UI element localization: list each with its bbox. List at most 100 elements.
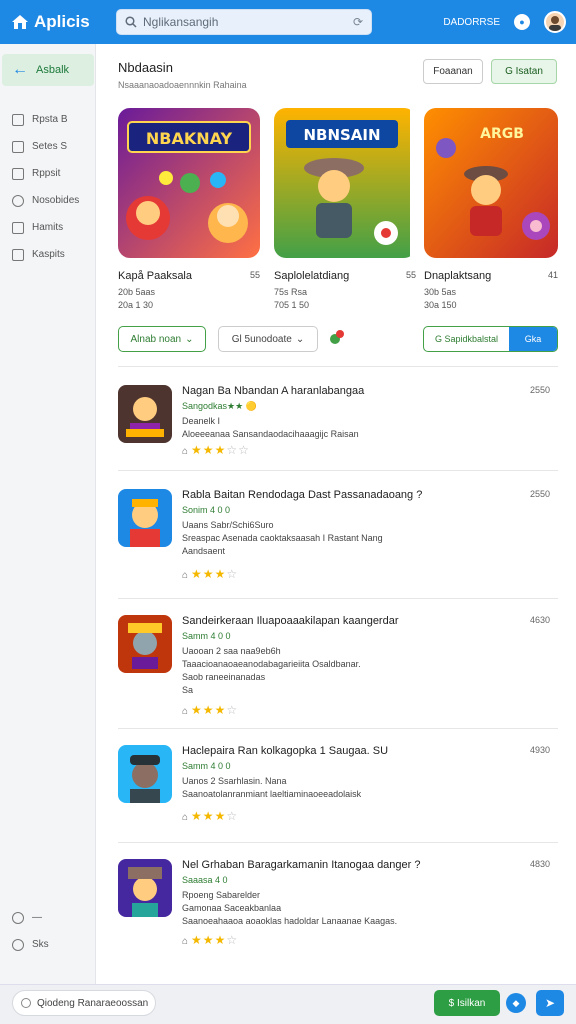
featured-card[interactable]: NBNSAIN Saplolelatdiang 55 75s Rsa 705 1 5… <box>274 108 416 312</box>
list-item[interactable]: Haclepaira Ran kolkagopka 1 Saugaa. SU S… <box>118 728 558 842</box>
item-meta: Sonim 4 0 0 <box>182 505 231 515</box>
sidebar-item-1[interactable]: Rpsta B <box>0 106 95 133</box>
sidebar-item-label: Kaspits <box>32 249 65 260</box>
sidebar-item-label: — <box>32 912 42 923</box>
tag-icon[interactable] <box>328 328 346 346</box>
refresh-icon[interactable]: ⟳ <box>353 15 363 29</box>
help-icon <box>12 938 24 951</box>
notification-icon[interactable]: ● <box>514 14 530 30</box>
card-meta: 75s Rsa <box>274 287 308 297</box>
item-line: Rpoeng Sabarelder <box>182 890 261 900</box>
game-art-image: ARGB <box>424 108 558 258</box>
item-meta: Sangodkas★★ 🟡 <box>182 401 257 411</box>
back-button[interactable]: ← Asbalk <box>2 54 94 86</box>
chevron-down-icon: ⌄ <box>185 333 194 345</box>
rating-stars: ⌂ ★★★☆☆ <box>182 443 250 457</box>
brand-name: Aplicis <box>34 12 90 31</box>
rating-stars: ⌂ ★★★☆ <box>182 703 239 717</box>
sort-dropdown[interactable]: Gl 5unodoate ⌄ <box>218 326 318 352</box>
person-icon <box>12 167 24 180</box>
search-input[interactable]: Nglikansangih <box>143 15 347 29</box>
list-item[interactable]: Sandeirkeraan Iluapoaaakilapan kaangerda… <box>118 598 558 728</box>
card-meta: 705 1 50 <box>274 300 310 310</box>
sidebar-item-4[interactable]: Nosobides <box>0 187 95 214</box>
install-button[interactable]: $ Isilkan <box>434 990 500 1016</box>
sidebar-item-2[interactable]: Setes S <box>0 133 95 160</box>
art-title: ARGB <box>480 126 524 142</box>
filter-dropdown[interactable]: Alnab noan ⌄ <box>118 326 206 352</box>
grid-icon <box>12 113 24 126</box>
arrow-left-icon: ← <box>12 61 28 78</box>
item-line: Uanos 2 Ssarhlasin. Nana <box>182 776 287 786</box>
featured-cards: NBAKNAY Kapå Paaksala 55 20b 5aas 20a 1 30… <box>118 108 558 318</box>
sidebar-item-label: Hamits <box>32 222 64 233</box>
art-title: NBAKNAY <box>146 129 233 148</box>
segment-a[interactable]: G Sapidkbalstal <box>424 327 509 351</box>
secondary-button[interactable]: Foaanan <box>423 59 483 84</box>
item-line: Aloeeeanaa Sansandaodacihaaagijc Raisan <box>182 429 359 439</box>
filter-label: Alnab noan <box>130 333 182 345</box>
primary-button[interactable]: G Isatan <box>491 59 557 84</box>
featured-card[interactable]: ARGB Dnaplaktsang 41 30b 5as 30a 150 <box>424 108 558 312</box>
item-line: Uaooan 2 saa naa9eb6h <box>182 646 281 656</box>
search-icon <box>125 16 137 28</box>
filter-bar: Alnab noan ⌄ Gl 5unodoate ⌄ G Sapidkbalsta… <box>118 326 558 352</box>
back-label: Asbalk <box>36 64 70 76</box>
game-art-image: NBAKNAY <box>118 108 260 258</box>
list-item[interactable]: Nel Grhaban Baragarkamanin Itanogaa dang… <box>118 842 558 964</box>
account-label[interactable]: DADORRSE <box>443 17 500 28</box>
avatar[interactable] <box>544 11 566 33</box>
item-title: Haclepaira Ran kolkagopka 1 Saugaa. SU <box>182 745 389 757</box>
item-line: Aandsaent <box>182 546 226 556</box>
list-item[interactable]: Nagan Ba Nbandan A haranlabangaa Sangodk… <box>118 366 558 470</box>
sidebar-item-3[interactable]: Rppsit <box>0 160 95 187</box>
sidebar-item-label: Rppsit <box>32 168 61 179</box>
rating-stars: ⌂ ★★★☆ <box>182 567 239 581</box>
card-count: 55 <box>405 270 416 280</box>
app-thumbnail <box>118 385 172 443</box>
rating-stars: ⌂ ★★★☆ <box>182 933 239 947</box>
sidebar-item-5[interactable]: Hamits <box>0 214 95 241</box>
home-icon <box>12 15 28 29</box>
list-item[interactable]: Rabla Baitan Rendodaga Dast Passanadaoan… <box>118 470 558 598</box>
card-count: 41 <box>547 270 558 280</box>
page-title: Nbdaasin <box>118 60 173 75</box>
sidebar-item-label: Rpsta B <box>32 114 68 125</box>
sidebar-item-6[interactable]: Kaspits <box>0 241 95 268</box>
item-count: 2550 <box>529 385 550 395</box>
settings-icon <box>12 911 24 924</box>
item-desc: Rpoeng Sabarelder Gamonaa Saceakbanlaa S… <box>182 889 482 928</box>
segment-b[interactable]: Gka <box>509 327 557 351</box>
search-box[interactable]: Nglikansangih ⟳ <box>116 9 372 35</box>
segmented-control[interactable]: G Sapidkbalstal Gka <box>423 326 558 352</box>
card-meta: 30b 5as <box>424 287 457 297</box>
app-thumbnail <box>118 615 172 673</box>
pin-icon: ⌂ <box>182 570 190 581</box>
sidebar-item-help[interactable]: Sks <box>0 931 96 958</box>
sort-label: Gl 5unodoate <box>231 333 292 345</box>
item-desc: Uaooan 2 saa naa9eb6h Taaacioanaoaeanoda… <box>182 645 482 697</box>
sidebar-item-label: Setes S <box>32 141 68 152</box>
send-icon[interactable]: ➤ <box>536 990 564 1016</box>
app-thumbnail <box>118 745 172 803</box>
item-line: Uaans Sabr/Schi6Suro <box>182 520 274 530</box>
item-count: 2550 <box>529 489 550 499</box>
item-title: Sandeirkeraan Iluapoaaakilapan kaangerda… <box>182 615 399 627</box>
rating-stars: ⌂ ★★★☆ <box>182 809 239 823</box>
app-thumbnail <box>118 489 172 547</box>
brand-logo[interactable]: Aplicis <box>10 12 106 32</box>
featured-card[interactable]: NBAKNAY Kapå Paaksala 55 20b 5aas 20a 1 30 <box>118 108 260 312</box>
sidebar: ← Asbalk Rpsta B Setes S Rppsit Nosobide… <box>0 44 96 984</box>
top-app-bar: Aplicis Nglikansangih ⟳ DADORRSE ● <box>0 0 576 44</box>
sidebar-item-settings[interactable]: — <box>0 904 96 931</box>
item-title: Rabla Baitan Rendodaga Dast Passanadaoan… <box>182 489 423 501</box>
item-meta: Saaasa 4 0 <box>182 875 228 885</box>
card-title: Dnaplaktsang <box>424 270 492 282</box>
item-meta: Samm 4 0 0 <box>182 761 231 771</box>
item-line: Saanoatolanranmiant laeltiaminaoeeadolai… <box>182 789 362 799</box>
card-title: Saplolelatdiang <box>274 270 350 282</box>
chat-input[interactable]: Qiodeng Ranaraeoossan <box>12 990 156 1016</box>
video-icon[interactable]: ◆ <box>506 993 526 1013</box>
item-count: 4630 <box>529 615 550 625</box>
page-subtitle: Nsaaanaoadoaennnkin Rahaina <box>118 80 247 90</box>
